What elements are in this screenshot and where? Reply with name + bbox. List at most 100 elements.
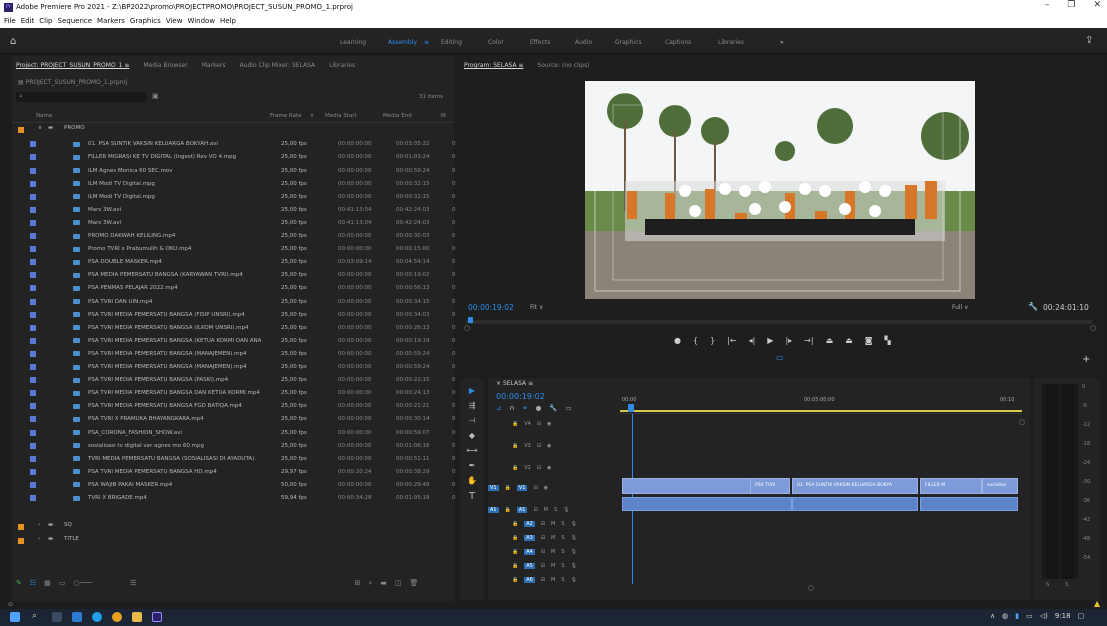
go-to-in-icon[interactable]: |← [727,336,736,345]
mute-m-button[interactable]: M [551,535,555,541]
razor-tool-icon[interactable]: ◆ [469,431,475,440]
track-header-v4[interactable]: 🔒 V4 ⊟ ◉ [488,418,616,430]
mark-out-icon[interactable]: } [710,336,715,345]
solo-s-button[interactable]: S [561,577,564,583]
workspace-editing[interactable]: Editing [441,39,462,46]
nest-icon[interactable]: ⊿ [496,404,501,412]
col-name[interactable]: Name [36,113,52,119]
track-header-a6[interactable]: 🔒 A6 ⊟ M S 🎙 [488,574,616,586]
workspace-graphics[interactable]: Graphics [615,39,642,46]
tray-chevron-icon[interactable]: ∧ [990,612,995,620]
solo-s-button[interactable]: S [561,549,564,555]
step-forward-icon[interactable]: |▸ [785,336,792,345]
sync-lock-icon[interactable]: ⊟ [541,521,545,527]
sync-lock-icon[interactable]: ⊟ [541,563,545,569]
mic-icon[interactable]: 🎙 [571,549,577,555]
lock-icon[interactable]: 🔒 [512,577,518,583]
menu-sequence[interactable]: Sequence [58,17,93,25]
track-header-a2[interactable]: 🔒 A2 ⊟ M S 🎙 [488,518,616,530]
go-to-out-icon[interactable]: →| [804,336,813,345]
eye-icon[interactable]: ◉ [547,465,551,471]
tray-app-icon-2[interactable]: ▮ [1015,612,1019,620]
add-marker-icon[interactable]: ● [674,336,681,345]
menu-view[interactable]: View [166,17,183,25]
timeline-zoom-handle[interactable]: ○ [808,584,814,592]
volume-icon[interactable]: ◁) [1040,612,1048,620]
sync-lock-icon[interactable]: ⊟ [533,507,537,513]
col-media-end[interactable]: Media End [383,113,412,119]
list-item[interactable]: PSA MEDIA PEMERSATU BANGSA (KARYAWAN TVR… [28,269,458,282]
zoom-handle-right[interactable]: ○ [1090,324,1096,332]
work-area-bar[interactable] [620,410,1022,412]
clock-time[interactable]: 9:18 [1055,612,1071,620]
captions-icon[interactable]: ▭ [565,404,571,412]
video-clip-sosialisasi[interactable]: sosialisa [982,478,1018,494]
track-header-v1[interactable]: V1 🔒 V1 ⊟ ◉ [488,482,616,494]
list-item[interactable]: ILM Modi TV Digital.mpg 25,00 fps 00:00:00… [28,190,458,203]
sync-lock-icon[interactable]: ⊟ [541,549,545,555]
eye-icon[interactable]: ◉ [547,421,551,427]
tab-markers[interactable]: Markers [202,62,226,69]
track-header-v3[interactable]: 🔒 V3 ⊟ ◉ [488,440,616,452]
time-ruler[interactable]: 00:00 00:05:00:00 00:10 [620,392,1022,414]
mic-icon[interactable]: 🎙 [571,535,577,541]
sync-lock-icon[interactable]: ⊟ [541,535,545,541]
tab-libraries[interactable]: Libraries [329,62,355,69]
selection-tool-icon[interactable]: ▶ [469,386,475,395]
workspace-learning[interactable]: Learning [340,39,366,46]
lock-icon[interactable]: 🔒 [512,465,518,471]
settings-wrench-icon[interactable]: 🔧 [549,404,557,412]
program-video-frame[interactable] [585,81,975,299]
timeline-sequence-tab[interactable]: × SELASA ≡ [496,380,533,387]
playhead-icon[interactable] [628,404,634,412]
pencil-icon[interactable]: ✎ [16,579,22,589]
menu-help[interactable]: Help [220,17,236,25]
audio-clip[interactable] [622,497,792,511]
list-item[interactable]: PSA TVRI MEDIA PEMERSATU BANGSA (PASKI).… [28,374,458,387]
sort-icon[interactable]: ☰ [130,579,136,589]
workspace-libraries[interactable]: Libraries [718,39,744,46]
list-item[interactable]: Mars 3W.avi 25,00 fps 00:41:13:04 00:42:24:… [28,204,458,217]
menu-edit[interactable]: Edit [21,17,35,25]
bin-title[interactable]: › ▬ TITLE [16,536,216,546]
list-item[interactable]: PSA TVRI MEDIA PEMERSATU BANGSA (MANAJEM… [28,348,458,361]
list-item[interactable]: PSA TVRI MEDIA PEMERSATU BANGSA (MANAJEM… [28,361,458,374]
button-editor-icon[interactable]: + [1082,354,1090,365]
expand-chevron-icon[interactable]: › [38,522,40,528]
mute-m-button[interactable]: M [551,521,555,527]
step-back-icon[interactable]: ◂| [749,336,756,345]
col-frame-rate[interactable]: Frame Rate [270,113,302,119]
add-marker-icon[interactable]: ● [536,404,542,412]
list-item[interactable]: Promo TVRI x Prabumulih & OKU.mp4 25,00 f… [28,243,458,256]
slip-tool-icon[interactable]: ⟷ [466,446,477,455]
pen-tool-icon[interactable]: ✒ [469,461,476,470]
automate-icon[interactable]: ⊞ [354,579,360,589]
list-item[interactable]: TVRI X BRIGADE.mp4 59,94 fps 00:00:34:28 00… [28,492,458,505]
snap-icon[interactable]: ∩ [509,404,514,412]
menu-file[interactable]: File [4,17,16,25]
fit-dropdown[interactable]: Fit ∨ [530,304,543,311]
video-clip-psa-suntik-vaksin[interactable]: 01. PSA SUNTIK VAKSIN KELUARGA BOKYA [792,478,918,494]
video-clip-psa-tvri[interactable]: PSA TVRI [750,478,790,494]
list-item[interactable]: PSA TVRI MEDIA PEMERSATU BANGSA (FISIP U… [28,308,458,321]
warning-icon[interactable]: ▲ [1094,599,1100,608]
safe-margins-icon[interactable]: ▭ [776,353,784,362]
solo-s-button[interactable]: S [561,521,564,527]
mic-icon[interactable]: 🎙 [563,507,569,513]
trash-icon[interactable]: 🗑 [410,579,419,589]
workspace-more[interactable]: » [780,39,784,46]
solo-s-button[interactable]: S [554,507,557,513]
tab-program[interactable]: Program: SELASA ≡ [464,62,523,69]
track-header-a1[interactable]: A1 🔒 A1 ⊟ M S 🎙 [488,504,616,516]
list-item[interactable]: PSA DOUBLE MASKER.mp4 25,00 fps 00:03:09:1… [28,256,458,269]
expand-chevron-icon[interactable]: › [38,536,40,542]
zoom-slider[interactable]: ○─── [73,579,92,589]
mail-app-icon[interactable] [72,612,82,622]
menu-window[interactable]: Window [187,17,215,25]
list-item[interactable]: FILLER MIGRASI KE TV DIGITAL (Ingest) Re… [28,151,458,164]
workspace-color[interactable]: Color [488,39,504,46]
list-item[interactable]: PROMO DAKWAH KELILING.mp4 25,00 fps 00:00:… [28,230,458,243]
mic-icon[interactable]: 🎙 [571,577,577,583]
quality-dropdown[interactable]: Full ∨ [952,304,969,311]
new-search-bin-icon[interactable]: ▣ [152,92,159,100]
